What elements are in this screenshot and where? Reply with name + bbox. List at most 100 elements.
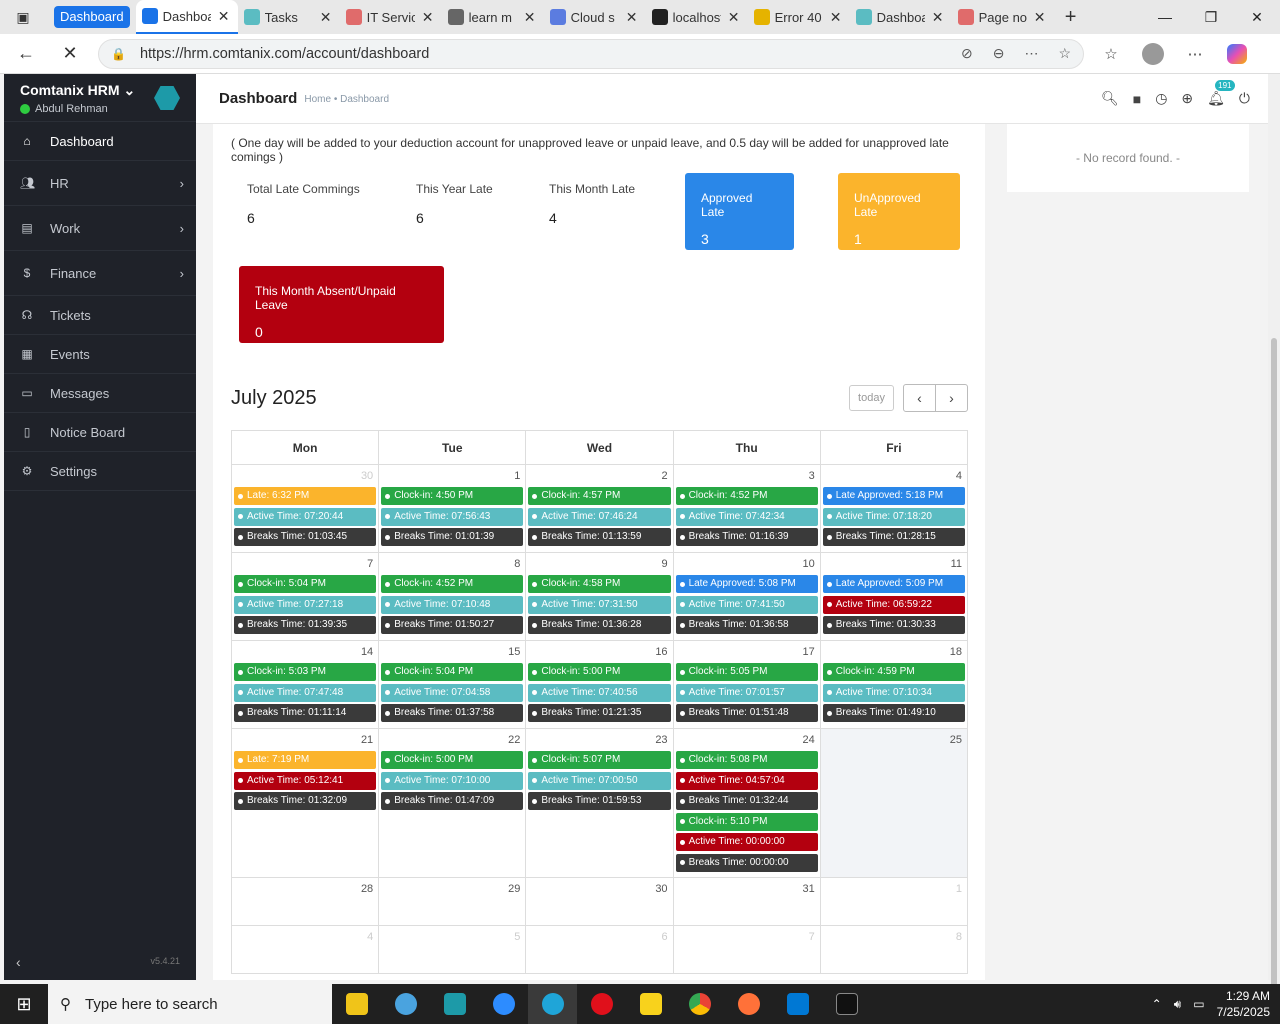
scrollbar-thumb[interactable] [1271,338,1277,988]
calendar-day-cell[interactable]: 3 Clock-in: 4:52 PM Active Time: 07:42:34 B… [672,464,821,553]
calendar-day-cell[interactable]: 21 Late: 7:19 PM Active Time: 05:12:41 Brea… [230,728,380,878]
calendar-day-cell[interactable]: 4 [230,925,380,974]
calendar-day-cell[interactable]: 30 Late: 6:32 PM Active Time: 07:20:44 Brea… [230,464,380,553]
calendar-event-label[interactable]: Clock-in: 5:04 PM [247,575,326,593]
browser-tab[interactable]: tasks-favicon Tasks ✕ [238,0,340,34]
calendar-event[interactable]: Late: 6:32 PM [234,487,377,505]
calendar-event[interactable]: Active Time: 04:57:04 [675,771,818,790]
calendar-day-cell[interactable]: 5 [378,925,527,974]
tracking-prevention-icon[interactable]: ⊘ [961,45,973,62]
calendar-event[interactable]: Active Time: 00:00:00 [675,833,818,852]
calendar-event-label[interactable]: Breaks Time: 01:47:09 [394,792,494,810]
close-tab-icon[interactable]: ✕ [624,9,640,26]
calendar-event[interactable]: Breaks Time: 01:49:10 [822,704,965,723]
day-number[interactable]: 15 [381,643,523,663]
calendar-event-label[interactable]: Clock-in: 4:57 PM [541,487,620,505]
sidebar-item-settings[interactable]: ⚙ Settings [4,452,196,491]
calendar-event-label[interactable]: Active Time: 00:00:00 [689,833,785,851]
calendar-event[interactable]: Active Time: 07:20:44 [234,507,377,526]
calendar-event-label[interactable]: Breaks Time: 00:00:00 [689,854,789,872]
calendar-event[interactable]: Breaks Time: 01:28:15 [822,528,965,547]
calendar-day-cell[interactable]: 24 Clock-in: 5:08 PM Active Time: 04:57:04… [672,728,821,878]
copilot-icon[interactable] [1222,39,1252,69]
calendar-event-label[interactable]: Active Time: 07:41:50 [689,596,785,614]
calendar-event-label[interactable]: Active Time: 06:59:22 [836,596,932,614]
prev-month-button[interactable]: ‹ [903,384,936,412]
browser-tab-label[interactable]: Error 40 [775,10,823,25]
chevron-left-icon[interactable]: ‹ [917,390,922,406]
day-number[interactable]: 6 [528,928,670,948]
browser-tab[interactable]: dashboard-favicon Dashboard ✕ [135,0,238,34]
close-tab-icon[interactable]: ✕ [828,9,844,26]
calendar-day-cell[interactable]: 17 Clock-in: 5:05 PM Active Time: 07:01:57… [672,640,821,729]
calendar-event-label[interactable]: Breaks Time: 01:21:35 [541,704,641,722]
calendar-event-label[interactable]: Breaks Time: 01:30:33 [836,616,936,634]
sidebar-item-messages[interactable]: ▭ Messages [4,374,196,413]
calendar-event[interactable]: Late Approved: 5:09 PM [822,575,965,593]
calendar-event-label[interactable]: Active Time: 07:40:56 [541,684,637,702]
calendar-day-cell[interactable]: 16 Clock-in: 5:00 PM Active Time: 07:40:56… [525,640,674,729]
calendar-event[interactable]: Clock-in: 5:00 PM [381,751,524,769]
calendar-event-label[interactable]: Breaks Time: 01:51:48 [689,704,789,722]
calendar-day-cell[interactable]: 22 Clock-in: 5:00 PM Active Time: 07:10:00… [378,728,527,878]
tab-group-label[interactable]: Dashboard [54,6,130,28]
calendar-event-label[interactable]: Clock-in: 5:10 PM [689,813,768,831]
calendar-day-cell[interactable]: 7 [672,925,821,974]
calendar-event-label[interactable]: Active Time: 07:18:20 [836,508,932,526]
calendar-event[interactable]: Late: 7:19 PM [234,751,377,769]
browser-tab-label[interactable]: Dashboard [163,9,211,24]
day-number[interactable]: 2 [528,467,670,487]
day-number[interactable]: 10 [676,555,818,575]
profile-avatar[interactable] [1138,39,1168,69]
terminal-icon[interactable] [822,984,871,1024]
calendar-event[interactable]: Late Approved: 5:08 PM [675,575,818,593]
zoom-icon[interactable] [479,984,528,1024]
calendar-event[interactable]: Breaks Time: 01:13:59 [528,528,671,547]
browser-tab-label[interactable]: Dashboard [877,10,925,25]
calendar-event-label[interactable]: Breaks Time: 01:13:59 [541,528,641,546]
close-window-button[interactable]: ✕ [1234,0,1280,34]
calendar-event-label[interactable]: Breaks Time: 01:32:09 [247,792,347,810]
day-number[interactable]: 30 [528,880,670,900]
calendar-event-label[interactable]: Late: 7:19 PM [247,751,309,769]
calendar-event[interactable]: Breaks Time: 00:00:00 [675,853,818,872]
calendar-event[interactable]: Breaks Time: 01:32:09 [234,792,377,811]
calendar-event-label[interactable]: Clock-in: 5:00 PM [394,751,473,769]
calendar-event[interactable]: Active Time: 07:40:56 [528,683,671,702]
collapse-sidebar-icon[interactable]: ‹ [16,954,21,970]
new-tab-button[interactable]: + [1054,0,1088,34]
sidebar-item-dashboard[interactable]: ⌂ Dashboard [4,122,196,161]
add-circle-icon[interactable]: ⊕ [1181,90,1193,107]
calendar-event[interactable]: Active Time: 07:27:18 [234,595,377,614]
browser-tab-label[interactable]: Tasks [265,10,313,25]
day-number[interactable]: 24 [676,731,818,751]
sticky-note-icon[interactable]: ■ [1133,91,1141,107]
calendar-event[interactable]: Clock-in: 5:07 PM [528,751,671,769]
calendar-event-label[interactable]: Active Time: 04:57:04 [689,772,785,790]
calendar-event-label[interactable]: Breaks Time: 01:28:15 [836,528,936,546]
calendar-event-label[interactable]: Clock-in: 5:04 PM [394,663,473,681]
calendar-day-cell[interactable]: 29 [378,877,527,926]
calendar-event-label[interactable]: Breaks Time: 01:49:10 [836,704,936,722]
calendar-event-label[interactable]: Clock-in: 5:08 PM [689,751,768,769]
absent-leave-box[interactable]: This Month Absent/Unpaid Leave 0 [239,266,444,343]
taskbar-search[interactable]: ⚲ Type here to search [48,984,332,1024]
calendar-event-label[interactable]: Clock-in: 5:05 PM [689,663,768,681]
calendar-event[interactable]: Breaks Time: 01:16:39 [675,528,818,547]
sidebar-item-tickets[interactable]: ☊ Tickets [4,296,196,335]
calendar-day-cell[interactable]: 31 [672,877,821,926]
calendar-day-cell[interactable]: 10 Late Approved: 5:08 PM Active Time: 07:… [672,552,821,641]
calendar-event[interactable]: Breaks Time: 01:11:14 [234,704,377,723]
more-tools-icon[interactable]: ⋯ [1024,45,1038,62]
calendar-event-label[interactable]: Active Time: 07:31:50 [541,596,637,614]
calendar-event[interactable]: Breaks Time: 01:01:39 [381,528,524,547]
calendar-day-cell[interactable]: 11 Late Approved: 5:09 PM Active Time: 06:… [819,552,969,641]
calendar-event[interactable]: Clock-in: 4:50 PM [381,487,524,505]
day-number[interactable]: 11 [823,555,965,575]
day-number[interactable]: 3 [676,467,818,487]
close-tab-icon[interactable]: ✕ [318,9,334,26]
calendar-event-label[interactable]: Active Time: 07:10:34 [836,684,932,702]
calendar-event[interactable]: Active Time: 07:31:50 [528,595,671,614]
calendar-event-label[interactable]: Breaks Time: 01:50:27 [394,616,494,634]
calendar-day-cell[interactable]: 8 Clock-in: 4:52 PM Active Time: 07:10:48 B… [378,552,527,641]
